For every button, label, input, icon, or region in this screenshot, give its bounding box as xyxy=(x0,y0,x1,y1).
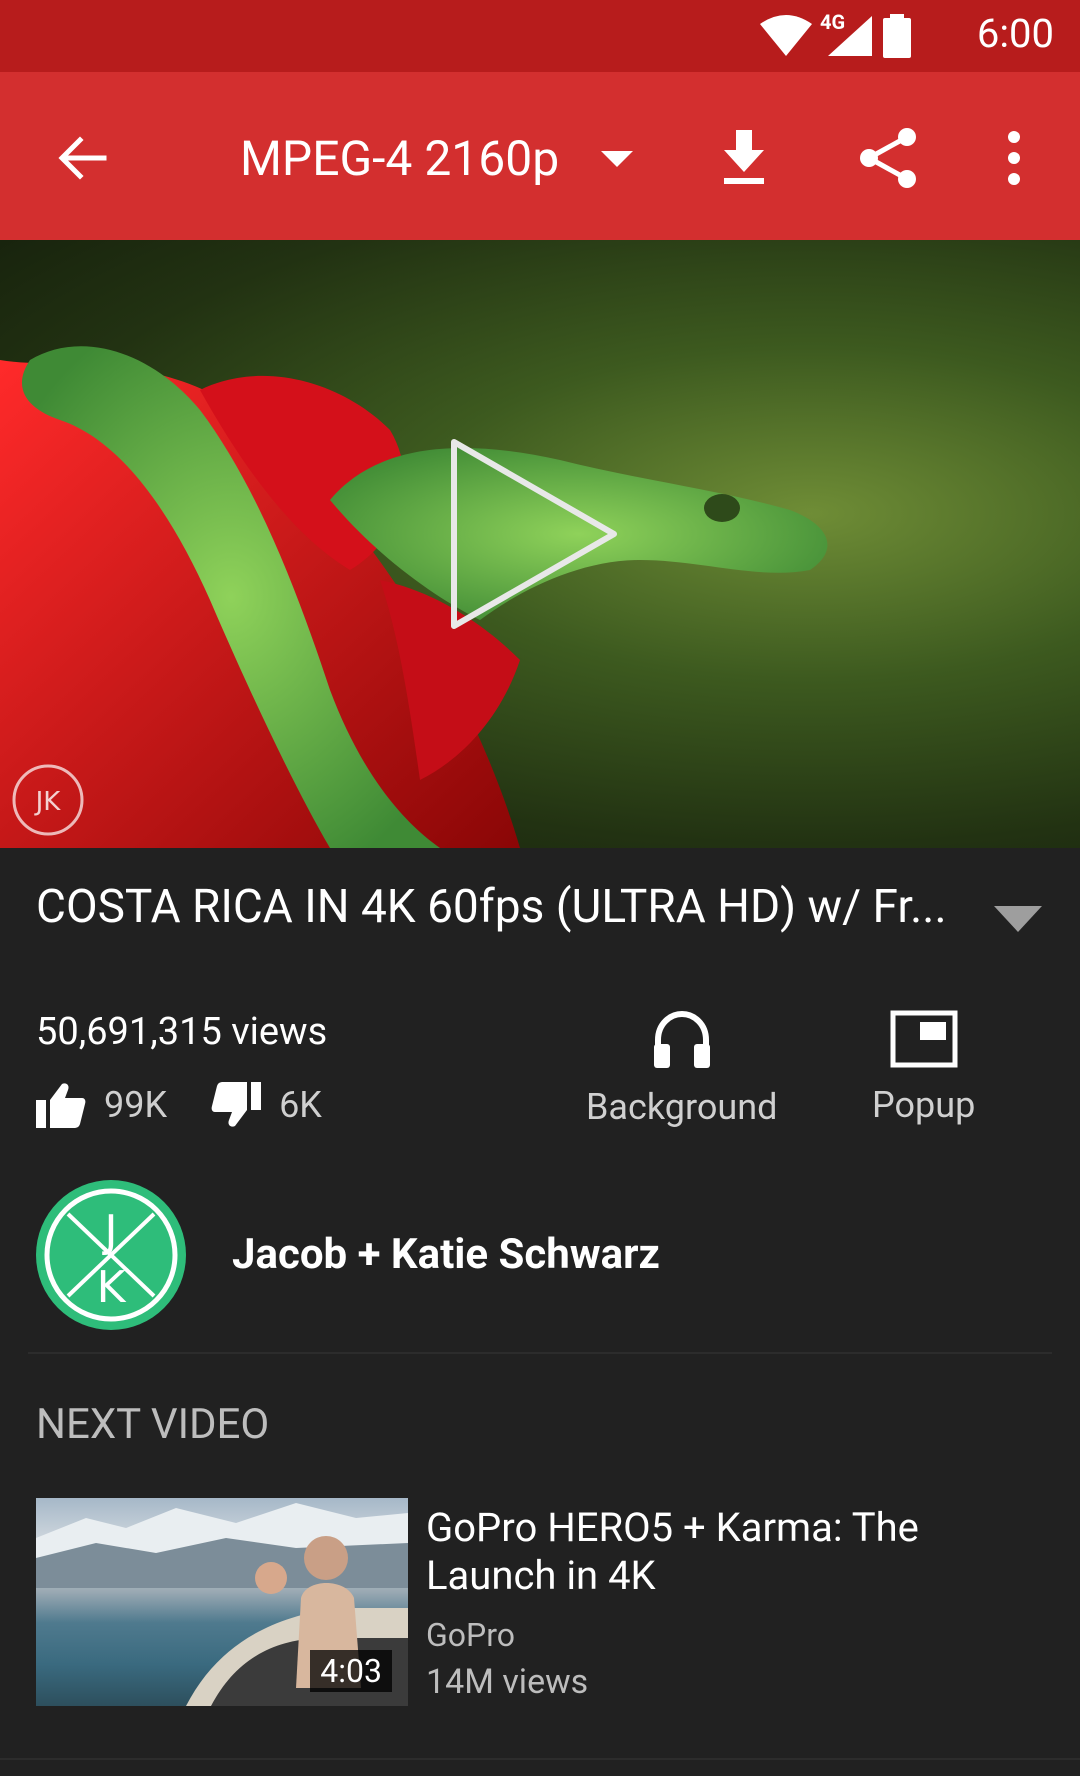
uploader-name[interactable]: Jacob + Katie Schwarz xyxy=(232,1230,660,1279)
next-video-item[interactable]: 4:03 GoPro HERO5 + Karma: The Launch in … xyxy=(36,1498,1056,1708)
cell-signal-icon: 4G xyxy=(820,10,874,62)
play-icon[interactable] xyxy=(446,434,626,634)
divider xyxy=(28,1352,1052,1354)
view-count: 50,691,315 views xyxy=(36,1010,328,1054)
watermark-text: JK xyxy=(34,787,62,817)
divider xyxy=(0,1758,1080,1760)
thumb-up-icon xyxy=(36,1083,86,1128)
arrow-back-icon xyxy=(58,136,107,180)
share-icon xyxy=(860,128,916,188)
next-video-label: NEXT VIDEO xyxy=(36,1400,270,1449)
overflow-menu-button[interactable] xyxy=(974,116,1054,200)
rating-row: 99K 6K xyxy=(36,1082,366,1128)
thumb-down-icon xyxy=(211,1082,262,1127)
background-button[interactable]: Background xyxy=(586,1010,777,1128)
quality-label: MPEG-4 2160p xyxy=(240,130,560,187)
video-title: COSTA RICA IN 4K 60fps (ULTRA HD) w/ Fr.… xyxy=(36,880,947,934)
quality-dropdown[interactable]: MPEG-4 2160p xyxy=(240,130,634,187)
picture-in-picture-icon xyxy=(890,1010,958,1068)
app-bar: MPEG-4 2160p xyxy=(0,72,1080,240)
status-icons: 4G xyxy=(758,10,912,62)
video-title-row[interactable]: COSTA RICA IN 4K 60fps (ULTRA HD) w/ Fr.… xyxy=(36,880,1044,950)
video-duration: 4:03 xyxy=(310,1650,392,1692)
dropdown-caret-icon xyxy=(601,150,634,167)
svg-text:J: J xyxy=(102,1206,118,1257)
battery-icon xyxy=(882,14,912,62)
popup-label: Popup xyxy=(872,1084,976,1126)
share-button[interactable] xyxy=(846,116,930,200)
background-label: Background xyxy=(586,1086,778,1128)
download-icon xyxy=(724,130,764,184)
wifi-icon xyxy=(758,14,814,62)
network-type-label: 4G xyxy=(820,10,846,34)
popup-button[interactable]: Popup xyxy=(872,1010,975,1126)
headphones-icon xyxy=(653,1010,710,1068)
uploader-avatar[interactable]: J K xyxy=(36,1180,186,1330)
uploader-logo: J K xyxy=(44,1188,178,1322)
next-video-channel: GoPro xyxy=(426,1616,516,1654)
next-video-thumbnail: 4:03 xyxy=(36,1498,408,1706)
download-button[interactable] xyxy=(702,116,786,200)
status-bar: 4G 6:00 xyxy=(0,0,1080,72)
video-player[interactable]: JK xyxy=(0,240,1080,848)
status-time: 6:00 xyxy=(976,10,1054,57)
svg-text:K: K xyxy=(97,1262,127,1313)
more-vert-icon xyxy=(1008,131,1020,185)
dislike-count: 6K xyxy=(279,1084,322,1126)
like-count: 99K xyxy=(104,1084,168,1126)
next-video-title: GoPro HERO5 + Karma: The Launch in 4K xyxy=(426,1504,919,1599)
expand-description-icon[interactable] xyxy=(994,906,1042,932)
next-video-views: 14M views xyxy=(426,1662,589,1702)
back-button[interactable] xyxy=(40,116,124,200)
